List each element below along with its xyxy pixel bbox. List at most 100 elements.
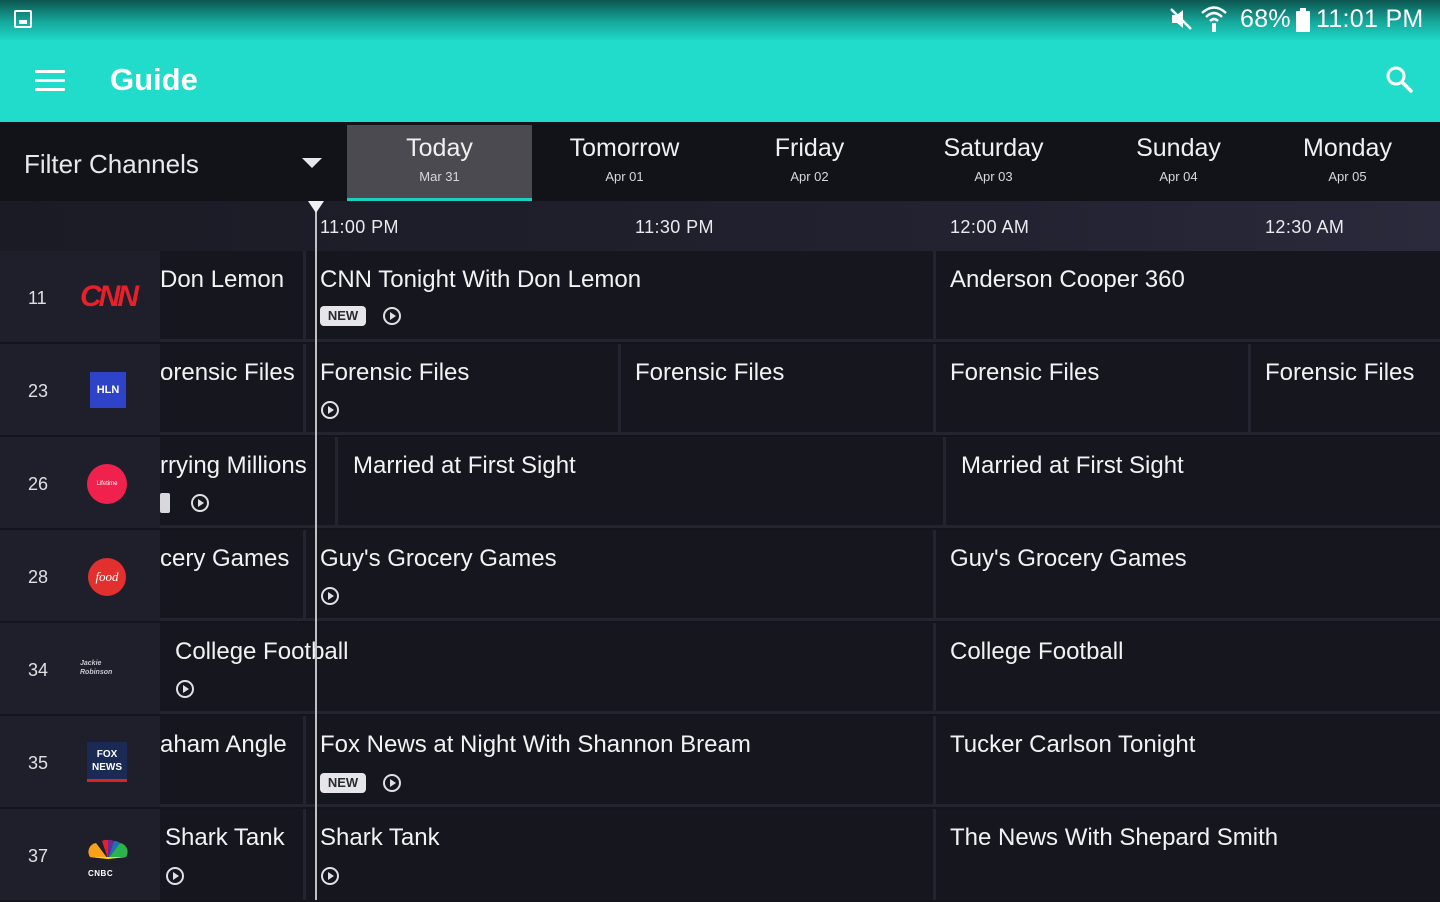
day-name: Saturday (943, 134, 1044, 162)
lifetime-logo: Lifetime (87, 464, 127, 504)
search-icon[interactable] (1385, 65, 1413, 93)
chevron-down-icon (302, 158, 322, 168)
day-date: Apr 03 (974, 169, 1013, 184)
program-cell[interactable]: Forensic Files (936, 344, 1251, 435)
day-name: Friday (774, 134, 845, 162)
program-row: cery Games Guy's Grocery Games Guy's Gro… (160, 530, 1440, 623)
program-cell[interactable]: Fox News at Night With Shannon Bream NEW (306, 716, 936, 807)
replay-icon (191, 494, 209, 512)
day-date: Apr 01 (605, 169, 644, 184)
program-cell[interactable]: CNN Tonight With Don Lemon NEW (306, 251, 936, 342)
program-cell[interactable]: Shark Tank (160, 809, 306, 900)
channel-number: 35 (28, 753, 49, 773)
tab-day-2[interactable]: Friday Apr 02 (717, 125, 902, 201)
program-row: Don Lemon CNN Tonight With Don Lemon NEW… (160, 251, 1440, 344)
program-cell[interactable]: Forensic Files (621, 344, 936, 435)
channel-row[interactable]: 35 FOX NEWS (0, 716, 160, 809)
day-date: Apr 04 (1159, 169, 1198, 184)
program-cell[interactable]: Guy's Grocery Games (936, 530, 1440, 621)
program-title: College Football (175, 638, 349, 665)
channel-row[interactable]: 34 Jackie Robinson (0, 623, 160, 716)
channel-row[interactable]: 11 CNN (0, 251, 160, 344)
replay-icon (176, 680, 194, 698)
cnbc-logo: CNBC (88, 869, 114, 878)
battery-icon (1296, 8, 1310, 32)
new-badge: NEW (320, 306, 366, 326)
replay-icon (166, 867, 184, 885)
program-title: Guy's Grocery Games (950, 545, 1187, 572)
program-cell[interactable]: Shark Tank (306, 809, 936, 900)
replay-icon (321, 401, 339, 419)
program-title: College Football (950, 638, 1124, 665)
tab-day-0[interactable]: Today Mar 31 (347, 125, 532, 201)
program-title: cery Games (160, 545, 290, 572)
program-cell[interactable]: orensic Files (160, 344, 306, 435)
day-name: Today (406, 134, 473, 162)
channel-number: 23 (28, 381, 49, 401)
channel-row[interactable]: 26 Lifetime (0, 437, 160, 530)
battery-percent: 68% (1240, 5, 1291, 33)
replay-icon (383, 307, 401, 325)
replay-icon (321, 587, 339, 605)
program-title: Guy's Grocery Games (320, 545, 557, 572)
program-title: Married at First Sight (961, 452, 1184, 479)
program-cell[interactable]: cery Games (160, 530, 306, 621)
program-cell[interactable]: College Football (160, 623, 936, 714)
program-title: The News With Shepard Smith (950, 824, 1279, 851)
time-label: 11:30 PM (635, 217, 714, 237)
time-label: 12:30 AM (1265, 217, 1345, 237)
day-name: Monday (1303, 134, 1392, 162)
filter-channels-label: Filter Channels (24, 149, 199, 179)
program-cell[interactable]: Guy's Grocery Games (306, 530, 936, 621)
program-title: Married at First Sight (353, 452, 576, 479)
wifi-icon (1201, 6, 1227, 32)
day-date: Apr 02 (790, 169, 829, 184)
channel-number: 37 (28, 846, 49, 866)
program-row: College Football College Football (160, 623, 1440, 716)
page-title: Guide (110, 62, 198, 97)
program-cell[interactable]: Forensic Files (1251, 344, 1440, 435)
program-title: Anderson Cooper 360 (950, 266, 1185, 293)
replay-icon (383, 774, 401, 792)
program-cell[interactable]: College Football (936, 623, 1440, 714)
program-title: Shark Tank (320, 824, 440, 851)
time-ruler (0, 201, 1440, 251)
program-cell[interactable]: Forensic Files (306, 344, 621, 435)
tab-day-5[interactable]: Monday Apr 05 (1255, 125, 1440, 201)
channel-number: 28 (28, 567, 49, 587)
mute-icon (1170, 8, 1192, 30)
program-cell[interactable]: rrying Millions (160, 437, 338, 528)
tab-day-4[interactable]: Sunday Apr 04 (1086, 125, 1271, 201)
channel-number: 11 (28, 288, 47, 308)
clock: 11:01 PM (1316, 5, 1424, 33)
current-time-marker (308, 201, 324, 213)
program-cell[interactable]: Married at First Sight (338, 437, 946, 528)
replay-icon (321, 867, 339, 885)
day-date: Apr 05 (1328, 169, 1367, 184)
day-date: Mar 31 (419, 169, 460, 184)
tab-day-1[interactable]: Tomorrow Apr 01 (532, 125, 717, 201)
program-cell[interactable]: Married at First Sight (946, 437, 1440, 528)
app-bar (0, 40, 1440, 122)
program-title: Forensic Files (950, 359, 1100, 386)
channel-row[interactable]: 28 food (0, 530, 160, 623)
program-cell[interactable]: Tucker Carlson Tonight (936, 716, 1440, 807)
program-title: aham Angle (160, 731, 287, 758)
day-name: Tomorrow (569, 134, 680, 162)
program-row: aham Angle Fox News at Night With Shanno… (160, 716, 1440, 809)
program-title: Don Lemon (160, 266, 285, 293)
program-cell[interactable]: aham Angle (160, 716, 306, 807)
fox-news-logo: FOX NEWS (87, 742, 127, 782)
channel-row[interactable]: 37 CNBC (0, 809, 160, 902)
program-row: orensic Files Forensic Files Forensic Fi… (160, 344, 1440, 437)
program-title: Fox News at Night With Shannon Bream (320, 731, 751, 758)
program-cell[interactable]: Don Lemon (160, 251, 306, 342)
program-cell[interactable]: The News With Shepard Smith (936, 809, 1440, 900)
program-cell[interactable]: Anderson Cooper 360 (936, 251, 1440, 342)
program-title: rrying Millions (160, 452, 307, 479)
program-title: Forensic Files (320, 359, 470, 386)
program-row: Shark Tank Shark Tank The News With Shep… (160, 809, 1440, 902)
channel-row[interactable]: 23 HLN (0, 344, 160, 437)
menu-icon[interactable] (35, 70, 65, 92)
tab-day-3[interactable]: Saturday Apr 03 (901, 125, 1086, 201)
